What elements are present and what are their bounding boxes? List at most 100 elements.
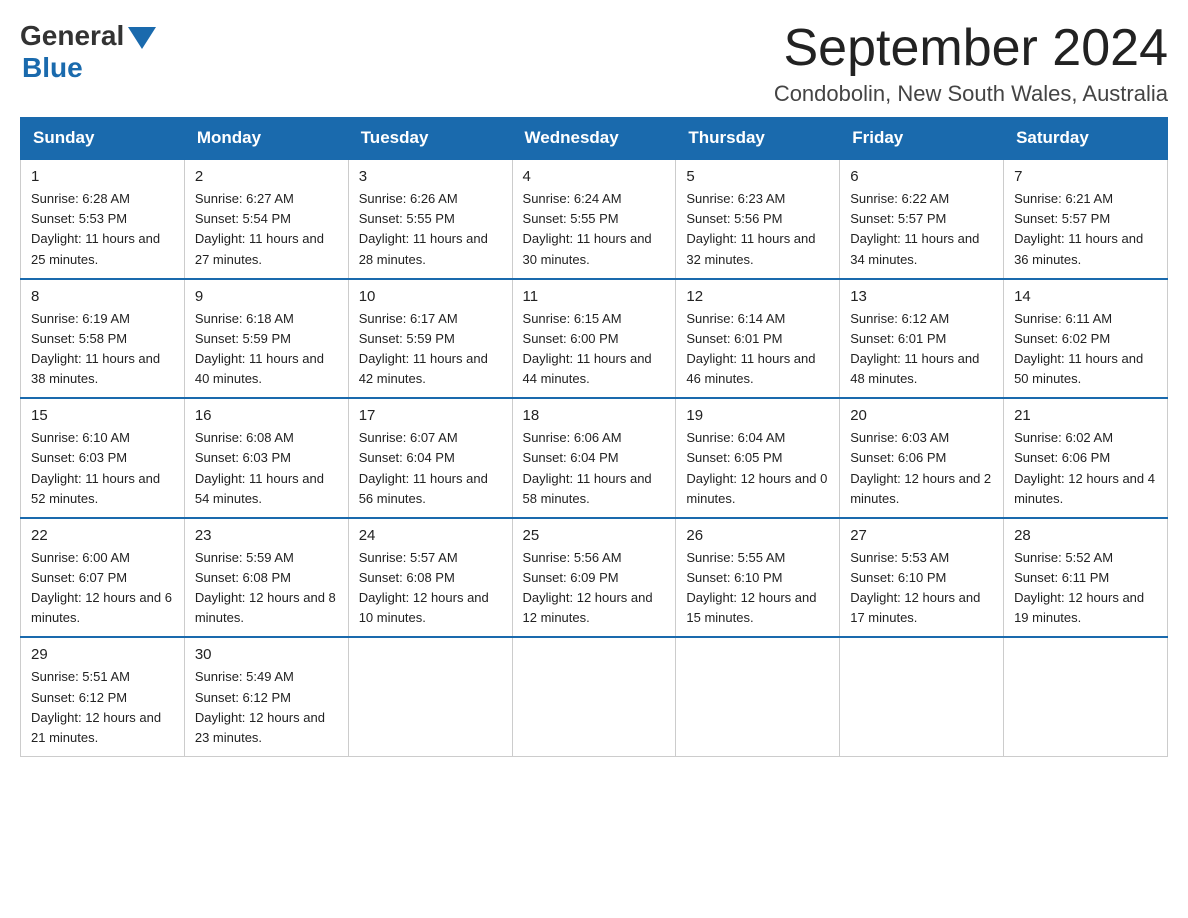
day-number: 18 (523, 407, 666, 424)
day-info: Sunrise: 5:57 AM Sunset: 6:08 PM Dayligh… (359, 548, 502, 629)
day-info: Sunrise: 6:27 AM Sunset: 5:54 PM Dayligh… (195, 189, 338, 270)
daylight-label: Daylight: 11 hours and 25 minutes. (31, 231, 160, 266)
day-number: 5 (686, 168, 829, 185)
calendar-cell (840, 637, 1004, 756)
daylight-label: Daylight: 11 hours and 54 minutes. (195, 471, 324, 506)
sunset-label: Sunset: 5:59 PM (359, 331, 455, 346)
calendar-cell: 20 Sunrise: 6:03 AM Sunset: 6:06 PM Dayl… (840, 398, 1004, 518)
calendar-cell: 23 Sunrise: 5:59 AM Sunset: 6:08 PM Dayl… (184, 518, 348, 638)
sunset-label: Sunset: 6:06 PM (850, 450, 946, 465)
sunset-label: Sunset: 6:03 PM (195, 450, 291, 465)
calendar-week-5: 29 Sunrise: 5:51 AM Sunset: 6:12 PM Dayl… (21, 637, 1168, 756)
daylight-label: Daylight: 11 hours and 38 minutes. (31, 351, 160, 386)
calendar-cell: 2 Sunrise: 6:27 AM Sunset: 5:54 PM Dayli… (184, 159, 348, 279)
header-friday: Friday (840, 118, 1004, 160)
sunrise-label: Sunrise: 6:26 AM (359, 191, 458, 206)
day-number: 13 (850, 288, 993, 305)
sunset-label: Sunset: 6:02 PM (1014, 331, 1110, 346)
logo-blue-text: Blue (22, 52, 83, 84)
sunrise-label: Sunrise: 6:08 AM (195, 430, 294, 445)
day-info: Sunrise: 6:00 AM Sunset: 6:07 PM Dayligh… (31, 548, 174, 629)
calendar-cell: 5 Sunrise: 6:23 AM Sunset: 5:56 PM Dayli… (676, 159, 840, 279)
sunset-label: Sunset: 6:01 PM (850, 331, 946, 346)
sunrise-label: Sunrise: 5:53 AM (850, 550, 949, 565)
day-info: Sunrise: 6:21 AM Sunset: 5:57 PM Dayligh… (1014, 189, 1157, 270)
calendar-cell: 13 Sunrise: 6:12 AM Sunset: 6:01 PM Dayl… (840, 279, 1004, 399)
sunrise-label: Sunrise: 6:21 AM (1014, 191, 1113, 206)
day-info: Sunrise: 6:28 AM Sunset: 5:53 PM Dayligh… (31, 189, 174, 270)
sunset-label: Sunset: 5:56 PM (686, 211, 782, 226)
day-number: 3 (359, 168, 502, 185)
daylight-label: Daylight: 12 hours and 23 minutes. (195, 710, 325, 745)
calendar-cell: 25 Sunrise: 5:56 AM Sunset: 6:09 PM Dayl… (512, 518, 676, 638)
sunset-label: Sunset: 5:57 PM (850, 211, 946, 226)
calendar-cell: 16 Sunrise: 6:08 AM Sunset: 6:03 PM Dayl… (184, 398, 348, 518)
daylight-label: Daylight: 11 hours and 52 minutes. (31, 471, 160, 506)
day-number: 10 (359, 288, 502, 305)
day-number: 17 (359, 407, 502, 424)
sunrise-label: Sunrise: 6:17 AM (359, 311, 458, 326)
day-number: 21 (1014, 407, 1157, 424)
sunset-label: Sunset: 6:03 PM (31, 450, 127, 465)
sunset-label: Sunset: 5:53 PM (31, 211, 127, 226)
calendar-header-row: Sunday Monday Tuesday Wednesday Thursday… (21, 118, 1168, 160)
calendar-cell: 6 Sunrise: 6:22 AM Sunset: 5:57 PM Dayli… (840, 159, 1004, 279)
calendar-week-1: 1 Sunrise: 6:28 AM Sunset: 5:53 PM Dayli… (21, 159, 1168, 279)
sunset-label: Sunset: 6:10 PM (686, 570, 782, 585)
daylight-label: Daylight: 12 hours and 19 minutes. (1014, 590, 1144, 625)
day-info: Sunrise: 5:53 AM Sunset: 6:10 PM Dayligh… (850, 548, 993, 629)
day-info: Sunrise: 5:52 AM Sunset: 6:11 PM Dayligh… (1014, 548, 1157, 629)
day-info: Sunrise: 6:12 AM Sunset: 6:01 PM Dayligh… (850, 309, 993, 390)
day-info: Sunrise: 6:23 AM Sunset: 5:56 PM Dayligh… (686, 189, 829, 270)
sunset-label: Sunset: 6:12 PM (31, 690, 127, 705)
sunset-label: Sunset: 6:01 PM (686, 331, 782, 346)
calendar-cell (676, 637, 840, 756)
daylight-label: Daylight: 12 hours and 8 minutes. (195, 590, 336, 625)
day-number: 8 (31, 288, 174, 305)
daylight-label: Daylight: 12 hours and 12 minutes. (523, 590, 653, 625)
header-wednesday: Wednesday (512, 118, 676, 160)
sunset-label: Sunset: 6:11 PM (1014, 570, 1109, 585)
sunrise-label: Sunrise: 6:11 AM (1014, 311, 1112, 326)
sunset-label: Sunset: 6:06 PM (1014, 450, 1110, 465)
sunset-label: Sunset: 5:55 PM (359, 211, 455, 226)
daylight-label: Daylight: 11 hours and 28 minutes. (359, 231, 488, 266)
daylight-label: Daylight: 11 hours and 36 minutes. (1014, 231, 1143, 266)
calendar-cell: 8 Sunrise: 6:19 AM Sunset: 5:58 PM Dayli… (21, 279, 185, 399)
day-info: Sunrise: 6:24 AM Sunset: 5:55 PM Dayligh… (523, 189, 666, 270)
sunrise-label: Sunrise: 5:51 AM (31, 669, 130, 684)
daylight-label: Daylight: 11 hours and 44 minutes. (523, 351, 652, 386)
day-info: Sunrise: 6:19 AM Sunset: 5:58 PM Dayligh… (31, 309, 174, 390)
location-subtitle: Condobolin, New South Wales, Australia (774, 81, 1168, 107)
day-info: Sunrise: 6:22 AM Sunset: 5:57 PM Dayligh… (850, 189, 993, 270)
header-saturday: Saturday (1004, 118, 1168, 160)
day-number: 28 (1014, 527, 1157, 544)
daylight-label: Daylight: 12 hours and 15 minutes. (686, 590, 816, 625)
header-tuesday: Tuesday (348, 118, 512, 160)
calendar-cell: 15 Sunrise: 6:10 AM Sunset: 6:03 PM Dayl… (21, 398, 185, 518)
sunrise-label: Sunrise: 6:28 AM (31, 191, 130, 206)
day-info: Sunrise: 6:04 AM Sunset: 6:05 PM Dayligh… (686, 428, 829, 509)
daylight-label: Daylight: 11 hours and 32 minutes. (686, 231, 815, 266)
daylight-label: Daylight: 12 hours and 21 minutes. (31, 710, 161, 745)
calendar-cell: 29 Sunrise: 5:51 AM Sunset: 6:12 PM Dayl… (21, 637, 185, 756)
calendar-cell (1004, 637, 1168, 756)
sunset-label: Sunset: 6:10 PM (850, 570, 946, 585)
calendar-cell: 4 Sunrise: 6:24 AM Sunset: 5:55 PM Dayli… (512, 159, 676, 279)
sunset-label: Sunset: 5:59 PM (195, 331, 291, 346)
sunset-label: Sunset: 6:04 PM (359, 450, 455, 465)
sunset-label: Sunset: 5:54 PM (195, 211, 291, 226)
daylight-label: Daylight: 11 hours and 50 minutes. (1014, 351, 1143, 386)
day-info: Sunrise: 6:06 AM Sunset: 6:04 PM Dayligh… (523, 428, 666, 509)
calendar-cell: 24 Sunrise: 5:57 AM Sunset: 6:08 PM Dayl… (348, 518, 512, 638)
sunrise-label: Sunrise: 6:22 AM (850, 191, 949, 206)
sunrise-label: Sunrise: 5:59 AM (195, 550, 294, 565)
day-number: 15 (31, 407, 174, 424)
calendar-cell: 21 Sunrise: 6:02 AM Sunset: 6:06 PM Dayl… (1004, 398, 1168, 518)
sunrise-label: Sunrise: 6:12 AM (850, 311, 949, 326)
sunset-label: Sunset: 6:05 PM (686, 450, 782, 465)
day-number: 9 (195, 288, 338, 305)
page-header: General Blue September 2024 Condobolin, … (20, 20, 1168, 107)
daylight-label: Daylight: 11 hours and 40 minutes. (195, 351, 324, 386)
day-number: 2 (195, 168, 338, 185)
